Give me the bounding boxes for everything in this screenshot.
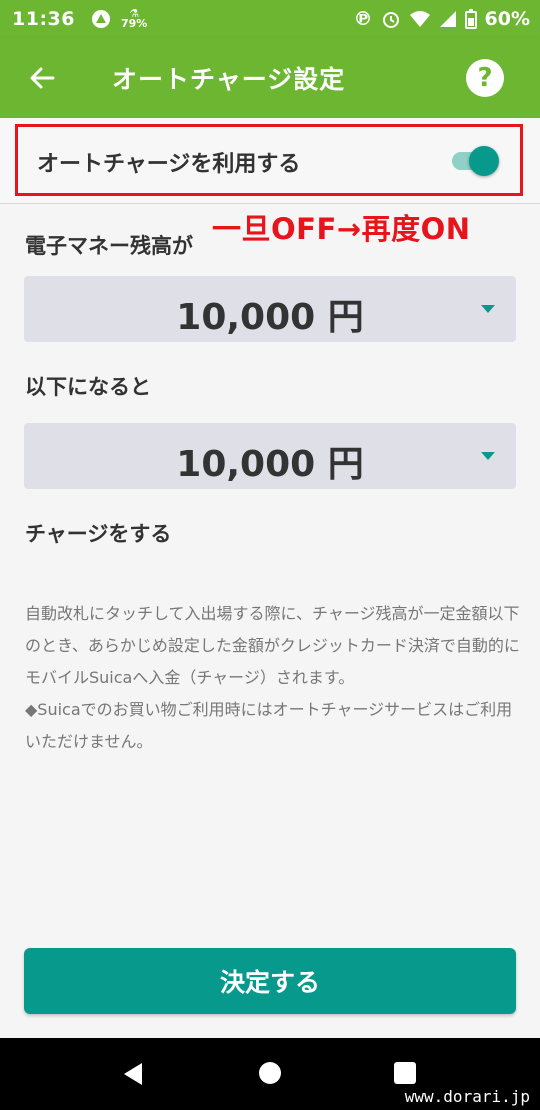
nav-home-icon[interactable] bbox=[259, 1062, 281, 1084]
charge-amount-dropdown[interactable]: 10,000 円 bbox=[24, 423, 516, 489]
status-time: 11:36 bbox=[12, 8, 75, 30]
charge-label: チャージをする bbox=[25, 522, 172, 546]
auto-charge-label: オートチャージを利用する bbox=[37, 152, 301, 177]
battery-icon bbox=[464, 9, 477, 29]
annotation-text: 一旦OFF→再度ON bbox=[212, 212, 471, 246]
balance-label: 電子マネー残高が bbox=[25, 234, 193, 258]
app-notification-icon bbox=[91, 10, 110, 28]
mini-status-label: 79% bbox=[120, 17, 148, 30]
app-bar: オートチャージ設定 ? bbox=[0, 38, 540, 118]
nav-back-icon[interactable] bbox=[122, 1062, 144, 1086]
alarm-icon bbox=[382, 12, 399, 28]
signal-icon bbox=[439, 11, 456, 27]
charge-amount-value: 10,000 円 bbox=[176, 444, 364, 485]
threshold-label: 以下になると bbox=[25, 375, 151, 399]
caret-down-icon bbox=[481, 305, 495, 313]
auto-charge-switch[interactable] bbox=[450, 145, 502, 177]
help-button[interactable]: ? bbox=[466, 59, 504, 97]
wifi-icon bbox=[409, 11, 430, 27]
description-paragraph: 自動改札にタッチして入出場する際に、チャージ残高が一定金額以下のとき、あらかじめ… bbox=[25, 604, 520, 687]
back-button[interactable] bbox=[0, 38, 84, 118]
auto-charge-toggle-row[interactable]: オートチャージを利用する bbox=[0, 118, 540, 204]
balance-value: 10,000 円 bbox=[176, 297, 364, 338]
arrow-left-icon bbox=[30, 67, 55, 89]
description-note: ◆Suicaでのお買い物ご利用時にはオートチャージサービスはご利用いただけません… bbox=[25, 700, 513, 751]
nfc-icon: ℗ bbox=[353, 8, 373, 30]
page-title: オートチャージ設定 bbox=[112, 65, 346, 94]
submit-button[interactable]: 決定する bbox=[24, 948, 516, 1014]
description: 自動改札にタッチして入出場する際に、チャージ残高が一定金額以下のとき、あらかじめ… bbox=[25, 598, 520, 758]
nav-recent-icon[interactable] bbox=[394, 1062, 416, 1084]
status-right-icons: ℗ 60% bbox=[354, 8, 530, 30]
mini-status-indicator: ⚗ 79% bbox=[120, 8, 148, 30]
switch-knob bbox=[469, 146, 499, 176]
battery-percentage: 60% bbox=[484, 8, 530, 30]
question-mark-icon: ? bbox=[477, 63, 493, 93]
caret-down-icon bbox=[481, 452, 495, 460]
status-left-icons: ⚗ 79% bbox=[91, 8, 148, 30]
watermark: www.dorari.jp bbox=[404, 1087, 530, 1106]
balance-dropdown[interactable]: 10,000 円 bbox=[24, 276, 516, 342]
status-bar: 11:36 ⚗ 79% ℗ 60% bbox=[0, 0, 540, 38]
